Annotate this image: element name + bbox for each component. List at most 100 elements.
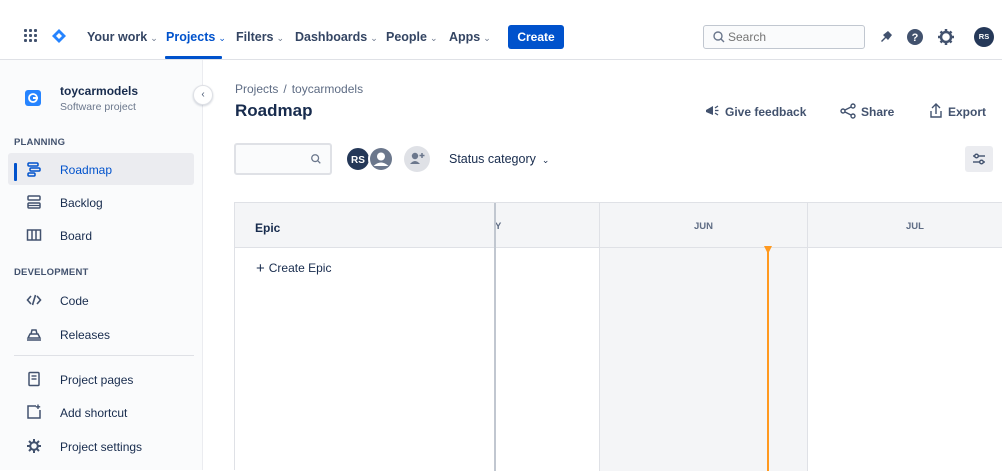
add-shortcut-icon — [27, 404, 41, 419]
sidebar-item-add-shortcut[interactable]: Add shortcut — [8, 396, 194, 428]
chevron-left-icon: ‹ — [201, 89, 205, 100]
breadcrumb-separator: / — [283, 82, 287, 96]
backlog-icon — [27, 195, 41, 209]
breadcrumb-projects[interactable]: Projects — [235, 82, 278, 96]
chevron-down-icon: ⌄ — [276, 33, 285, 43]
breadcrumb-project[interactable]: toycarmodels — [292, 82, 363, 96]
chevron-down-icon: ⌄ — [370, 33, 378, 43]
app-switcher-icon[interactable] — [24, 29, 38, 43]
section-planning: PLANNING — [14, 137, 66, 148]
releases-icon — [26, 329, 42, 341]
sidebar-item-label: Add shortcut — [60, 406, 128, 420]
chevron-down-icon: ⌄ — [218, 33, 226, 43]
code-icon — [26, 294, 42, 306]
give-feedback-label: Give feedback — [725, 105, 807, 119]
project-name[interactable]: toycarmodels — [60, 84, 138, 98]
today-marker — [764, 246, 772, 254]
add-people-icon[interactable] — [404, 146, 430, 172]
sidebar-item-roadmap[interactable]: Roadmap — [8, 153, 194, 185]
sidebar-item-label: Releases — [60, 328, 111, 342]
profile-avatar[interactable]: RS — [974, 27, 994, 47]
sidebar-item-label: Board — [60, 229, 93, 243]
collapse-sidebar-button[interactable]: ‹ — [193, 85, 213, 105]
create-epic-button[interactable]: + Create Epic — [256, 260, 331, 277]
sidebar-item-label: Code — [60, 294, 89, 308]
nav-label: Projects — [166, 30, 216, 44]
epic-column-border[interactable] — [494, 203, 496, 471]
share-button[interactable]: Share — [840, 103, 894, 119]
sidebar-item-label: Project pages — [60, 373, 134, 387]
nav-apps[interactable]: Apps ⌄ — [449, 29, 491, 45]
chevron-down-icon: ⌄ — [150, 33, 158, 43]
today-line — [767, 248, 769, 471]
sidebar-divider — [14, 355, 194, 356]
export-icon — [930, 103, 942, 118]
epic-column-header: Epic — [255, 221, 281, 235]
sidebar-item-label: Backlog — [60, 196, 103, 210]
sidebar-item-label: Project settings — [60, 440, 143, 454]
breadcrumb: Projects / toycarmodels — [235, 82, 363, 96]
jira-logo-icon[interactable] — [52, 29, 66, 43]
sidebar-item-label: Roadmap — [60, 163, 113, 177]
svg-text:?: ? — [912, 32, 919, 44]
nav-your-work[interactable]: Your work ⌄ — [87, 29, 158, 45]
month-divider — [807, 203, 808, 471]
plus-icon: + — [256, 260, 265, 277]
section-development: DEVELOPMENT — [14, 267, 89, 278]
share-label: Share — [861, 105, 895, 119]
search-icon — [713, 31, 725, 43]
view-settings-button[interactable] — [965, 146, 993, 172]
board-icon — [26, 229, 42, 241]
sidebar-item-project-pages[interactable]: Project pages — [8, 363, 194, 395]
export-label: Export — [948, 105, 987, 119]
sidebar-item-project-settings[interactable]: Project settings — [8, 430, 194, 462]
sidebar-item-code[interactable]: Code — [8, 284, 194, 316]
sidebar-item-board[interactable]: Board — [8, 219, 194, 251]
month-divider — [599, 203, 600, 471]
roadmap-timeline: Epic Y JUN JUL + Create Epic — [234, 202, 1002, 471]
chevron-down-icon: ⌄ — [541, 155, 550, 165]
project-avatar-icon[interactable] — [25, 90, 41, 106]
month-label: JUL — [906, 221, 924, 232]
nav-label: People — [386, 30, 427, 44]
active-item-indicator — [14, 163, 17, 181]
sliders-icon — [973, 153, 985, 165]
export-button[interactable]: Export — [929, 103, 986, 119]
nav-projects[interactable]: Projects ⌄ — [166, 29, 226, 45]
unassigned-avatar-icon[interactable] — [368, 146, 394, 172]
active-nav-indicator — [165, 56, 222, 59]
timeline-header — [235, 203, 1002, 248]
project-sidebar: toycarmodels Software project PLANNING R… — [0, 60, 203, 470]
settings-icon[interactable] — [936, 27, 956, 47]
search-box[interactable] — [703, 25, 865, 49]
current-month-shading — [599, 248, 807, 471]
status-category-label: Status category — [449, 152, 536, 166]
month-label: JUN — [694, 221, 714, 232]
nav-label: Dashboards — [295, 30, 368, 44]
epic-column — [235, 248, 494, 471]
notifications-icon[interactable] — [876, 27, 896, 47]
help-icon[interactable]: ? — [905, 27, 925, 47]
search-icon — [311, 154, 321, 164]
nav-label: Filters — [236, 30, 274, 44]
chevron-down-icon: ⌄ — [483, 33, 491, 43]
sidebar-item-releases[interactable]: Releases — [8, 318, 194, 350]
nav-label: Apps — [449, 30, 481, 44]
nav-people[interactable]: People ⌄ — [386, 29, 438, 45]
nav-dashboards[interactable]: Dashboards ⌄ — [295, 29, 378, 45]
nav-filters[interactable]: Filters ⌄ — [236, 29, 284, 45]
roadmap-icon — [27, 162, 41, 177]
page-title: Roadmap — [235, 101, 313, 120]
sidebar-item-backlog[interactable]: Backlog — [8, 186, 194, 218]
give-feedback-button[interactable]: Give feedback — [704, 103, 806, 119]
create-epic-label: Create Epic — [268, 261, 332, 275]
search-input[interactable] — [728, 29, 858, 45]
chevron-down-icon: ⌄ — [430, 33, 438, 43]
megaphone-icon — [706, 105, 719, 116]
create-button[interactable]: Create — [508, 25, 564, 49]
project-type: Software project — [60, 101, 136, 113]
status-category-dropdown[interactable]: Status category ⌄ — [449, 152, 549, 166]
share-icon — [840, 103, 856, 119]
nav-label: Your work — [87, 30, 148, 44]
roadmap-search-input[interactable] — [234, 143, 332, 175]
